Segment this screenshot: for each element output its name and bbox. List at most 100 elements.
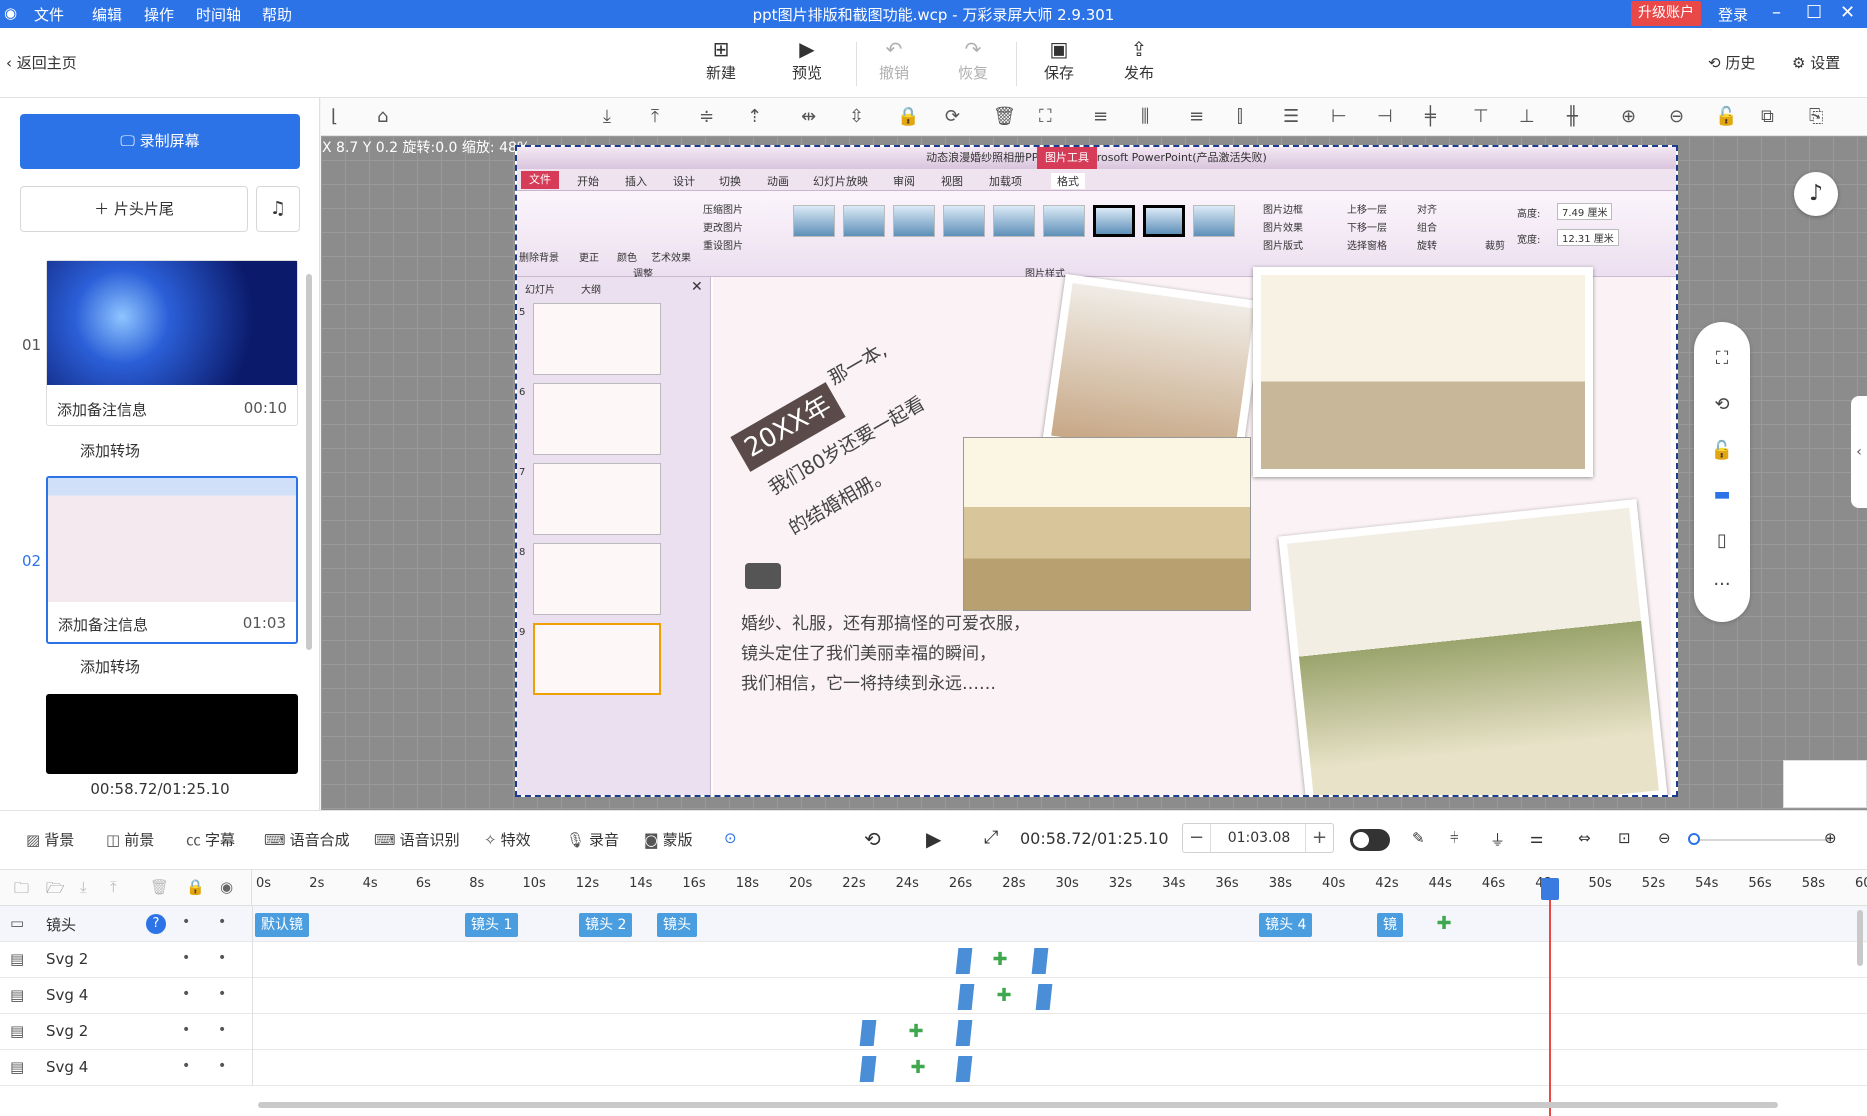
crop-icon[interactable]: ⌊: [331, 106, 338, 127]
clip-start[interactable]: [957, 984, 975, 1010]
current-time-value[interactable]: 01:03.08: [1211, 824, 1307, 852]
add-transition[interactable]: 添加转场: [80, 440, 140, 461]
lock-dot[interactable]: •: [218, 1022, 226, 1038]
clip-end[interactable]: [955, 1020, 973, 1046]
track-lane[interactable]: 默认镜 镜头 1 镜头 2 镜头 镜头 4 镜 ✚: [252, 906, 1867, 942]
track-lane[interactable]: ✚: [252, 1050, 1867, 1086]
minus-icon[interactable]: −: [1183, 824, 1211, 852]
visibility-dot[interactable]: •: [182, 1058, 190, 1074]
preview-button[interactable]: ▶ 预览: [777, 36, 837, 83]
add-keyframe-icon[interactable]: ✚: [1435, 915, 1453, 933]
login-button[interactable]: 登录: [1718, 4, 1748, 25]
distribute-v-icon[interactable]: ☰: [1283, 106, 1299, 127]
lock-icon[interactable]: 🔒: [897, 106, 919, 127]
lock-dot[interactable]: •: [218, 950, 226, 966]
settings-button[interactable]: ⚙ 设置: [1792, 52, 1840, 73]
visibility-dot[interactable]: •: [182, 986, 190, 1002]
music-float-button[interactable]: ♪: [1794, 172, 1838, 216]
align-middle-icon[interactable]: ≑: [699, 106, 714, 127]
redo-button[interactable]: ↷ 恢复: [943, 36, 1003, 83]
align-right-icon[interactable]: ≡: [1189, 106, 1204, 127]
lens-block[interactable]: 镜: [1377, 913, 1403, 937]
visibility-dot[interactable]: •: [182, 1022, 190, 1038]
unlock-icon[interactable]: 🔓: [1715, 106, 1737, 127]
record-screen-button[interactable]: 🖵 录制屏幕: [20, 114, 300, 169]
lens-block[interactable]: 镜头 1: [465, 913, 519, 937]
help-icon[interactable]: ?: [146, 914, 166, 934]
ppt-screenshot-element[interactable]: 动态浪漫婚纱照相册PPT模板 - Microsoft PowerPoint(产品…: [515, 145, 1678, 797]
clip-end[interactable]: [955, 1056, 973, 1082]
history-button[interactable]: ⟲ 历史: [1708, 52, 1755, 73]
move-up-icon[interactable]: ⇡: [747, 106, 762, 127]
undo-button[interactable]: ↶ 撤销: [864, 36, 924, 83]
scene-card-3[interactable]: [46, 694, 298, 774]
add-folder-icon[interactable]: 🗀: [14, 878, 29, 903]
zoom-out-icon[interactable]: ⊖: [1669, 106, 1684, 127]
fullscreen-icon[interactable]: ⛶: [1694, 348, 1750, 369]
clip-end[interactable]: [1035, 984, 1053, 1010]
add-transition[interactable]: 添加转场: [80, 656, 140, 677]
rotate-icon[interactable]: ⟳: [945, 106, 960, 127]
align-left-icon[interactable]: ≡: [1093, 106, 1108, 127]
track-lane[interactable]: ✚: [252, 942, 1867, 978]
fullscreen-icon[interactable]: ⤢: [984, 827, 998, 848]
maximize-icon[interactable]: ☐: [1806, 2, 1822, 23]
more-icon[interactable]: ···: [1694, 574, 1750, 595]
collapse-side-panel[interactable]: ‹: [1851, 396, 1867, 508]
unlock-icon[interactable]: 🔓: [1694, 440, 1750, 461]
play-icon[interactable]: ▶: [926, 827, 941, 851]
record-audio-button[interactable]: 🎙 录音: [566, 829, 619, 850]
flip-vertical-icon[interactable]: ⇳: [849, 106, 864, 127]
center-h-icon[interactable]: ╪: [1425, 106, 1436, 127]
current-time-stepper[interactable]: − 01:03.08 +: [1182, 823, 1334, 853]
move-down-icon[interactable]: ⤓: [80, 878, 87, 896]
clip-start[interactable]: [955, 948, 973, 974]
screenshot-icon[interactable]: ⛶: [1039, 106, 1052, 127]
more-tools-icon[interactable]: ⊙: [724, 829, 737, 847]
lens-block[interactable]: 镜头 2: [579, 913, 633, 937]
music-button[interactable]: ♫: [256, 186, 300, 232]
visibility-dot[interactable]: •: [182, 950, 190, 966]
new-button[interactable]: ⊞ 新建: [691, 36, 751, 83]
publish-button[interactable]: ⇪ 发布: [1109, 36, 1169, 83]
lock-dot[interactable]: •: [218, 914, 226, 930]
timeline-vertical-scrollbar[interactable]: [1857, 910, 1863, 966]
lock-icon[interactable]: 🔒: [186, 878, 205, 896]
lock-dot[interactable]: •: [218, 986, 226, 1002]
align-center-icon[interactable]: ⫼: [1141, 106, 1149, 127]
lens-block[interactable]: 镜头: [657, 913, 697, 937]
zoom-out-icon[interactable]: ⊖: [1658, 829, 1671, 847]
keyframe-icon[interactable]: ✚: [909, 1059, 927, 1077]
eye-icon[interactable]: ◉: [220, 878, 233, 896]
lens-block[interactable]: 默认镜: [255, 913, 309, 937]
playhead-line[interactable]: [1549, 880, 1551, 1116]
center-v-icon[interactable]: ╫: [1567, 106, 1578, 127]
desktop-icon[interactable]: ▬: [1694, 484, 1750, 505]
align-right-edge-icon[interactable]: ⊣: [1377, 106, 1393, 127]
keyframe-icon[interactable]: ✚: [907, 1023, 925, 1041]
keyframe-icon[interactable]: ✚: [991, 951, 1009, 969]
timeline-horizontal-scrollbar[interactable]: [258, 1102, 1778, 1108]
rewind-icon[interactable]: ⟲: [864, 827, 881, 851]
actual-size-icon[interactable]: ⊡: [1618, 829, 1631, 847]
align-top-icon[interactable]: ⤒: [651, 106, 659, 127]
lens-block[interactable]: 镜头 4: [1259, 913, 1313, 937]
foreground-button[interactable]: ◫ 前景: [106, 829, 154, 850]
clip-end[interactable]: [1031, 948, 1049, 974]
clip-start[interactable]: [859, 1056, 877, 1082]
track-lane[interactable]: ✚: [252, 1014, 1867, 1050]
back-home-button[interactable]: ‹ 返回主页: [6, 52, 77, 73]
tts-button[interactable]: ⌨ 语音合成: [264, 829, 350, 850]
effects-button[interactable]: ✧ 特效: [484, 829, 531, 850]
edit-icon[interactable]: ✎: [1412, 829, 1425, 847]
align-bottom-edge-icon[interactable]: ⊥: [1519, 106, 1535, 127]
timeline-ruler[interactable]: 0s 2s 4s 6s 8s 10s 12s 14s 16s 18s 20s 22s 24s 26s 28s…: [252, 870, 1867, 906]
align-left-edge-icon[interactable]: ⊢: [1331, 106, 1347, 127]
playhead-handle[interactable]: [1541, 878, 1559, 900]
scene-note[interactable]: 添加备注信息: [58, 614, 148, 635]
zoom-slider-track[interactable]: [1690, 839, 1830, 841]
align-top-edge-icon[interactable]: ⊤: [1473, 106, 1489, 127]
home-icon[interactable]: ⌂: [377, 106, 388, 127]
mini-preview[interactable]: [1783, 760, 1867, 808]
background-button[interactable]: ▨ 背景: [26, 829, 74, 850]
